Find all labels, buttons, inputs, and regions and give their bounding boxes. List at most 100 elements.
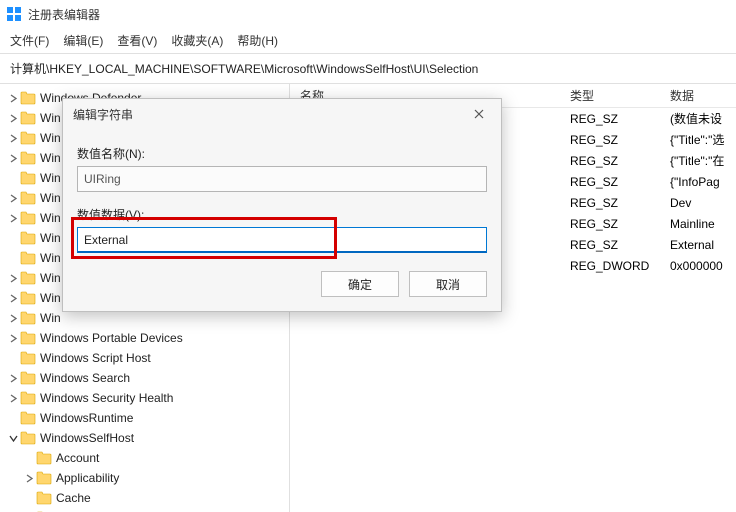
tree-item-label: Applicability [56,471,119,485]
chevron-right-icon[interactable] [6,154,20,163]
tree-item[interactable]: Applicability [0,468,289,488]
tree-item[interactable]: WindowsRuntime [0,408,289,428]
address-bar[interactable]: 计算机\HKEY_LOCAL_MACHINE\SOFTWARE\Microsof… [0,53,736,84]
chevron-right-icon[interactable] [6,374,20,383]
tree-item-label: Win [40,271,61,285]
cell-type: REG_SZ [570,154,670,168]
dialog-title-text: 编辑字符串 [73,106,133,123]
cell-data: (数值未设 [670,110,736,127]
folder-icon [20,191,36,205]
folder-icon [36,471,52,485]
tree-item-label: Win [40,171,61,185]
folder-icon [36,451,52,465]
tree-item-label: Windows Security Health [40,391,173,405]
regedit-app-icon [6,6,22,22]
close-icon[interactable] [467,102,491,126]
folder-icon [20,391,36,405]
col-header-data[interactable]: 数据 [670,87,736,104]
chevron-right-icon[interactable] [6,134,20,143]
chevron-right-icon[interactable] [6,274,20,283]
folder-icon [36,491,52,505]
tree-item-label: Account [56,451,99,465]
chevron-right-icon[interactable] [22,474,36,483]
cell-type: REG_SZ [570,133,670,147]
menu-bar: 文件(F) 编辑(E) 查看(V) 收藏夹(A) 帮助(H) [0,28,736,53]
tree-item-label: Windows Script Host [40,351,151,365]
folder-icon [20,151,36,165]
window-title: 注册表编辑器 [28,6,100,23]
tree-item[interactable]: Windows Portable Devices [0,328,289,348]
cell-type: REG_SZ [570,175,670,189]
tree-item-label: WindowsRuntime [40,411,133,425]
folder-icon [20,91,36,105]
tree-item-label: Win [40,211,61,225]
tree-item[interactable]: WindowsSelfHost [0,428,289,448]
cell-data: {"Title":"选 [670,131,736,148]
folder-icon [20,431,36,445]
chevron-right-icon[interactable] [6,214,20,223]
tree-item[interactable]: Windows Security Health [0,388,289,408]
tree-item-label: Windows Portable Devices [40,331,183,345]
dialog-titlebar[interactable]: 编辑字符串 [63,99,501,129]
tree-item-label: WindowsSelfHost [40,431,134,445]
folder-icon [20,291,36,305]
tree-item[interactable]: ClientState [0,508,289,512]
value-data-label: 数值数据(V): [77,206,487,223]
tree-item[interactable]: Cache [0,488,289,508]
tree-item-label: Cache [56,491,91,505]
cell-data: Mainline [670,217,736,231]
cell-data: Dev [670,196,736,210]
menu-file[interactable]: 文件(F) [10,32,49,49]
menu-edit[interactable]: 编辑(E) [63,32,103,49]
tree-item-label: Win [40,291,61,305]
folder-icon [20,411,36,425]
folder-icon [20,111,36,125]
chevron-right-icon[interactable] [6,394,20,403]
menu-view[interactable]: 查看(V) [117,32,157,49]
tree-item[interactable]: Windows Search [0,368,289,388]
chevron-right-icon[interactable] [6,334,20,343]
chevron-right-icon[interactable] [6,194,20,203]
menu-help[interactable]: 帮助(H) [237,32,278,49]
tree-item-label: Windows Search [40,371,130,385]
folder-icon [20,271,36,285]
cell-type: REG_SZ [570,238,670,252]
value-name-input[interactable] [77,166,487,192]
chevron-right-icon[interactable] [6,94,20,103]
folder-icon [20,171,36,185]
cell-type: REG_DWORD [570,259,670,273]
folder-icon [20,211,36,225]
cell-data: {"InfoPag [670,175,736,189]
chevron-right-icon[interactable] [6,294,20,303]
folder-icon [20,351,36,365]
chevron-right-icon[interactable] [6,314,20,323]
tree-item[interactable]: Windows Script Host [0,348,289,368]
cancel-button[interactable]: 取消 [409,271,487,297]
window-titlebar: 注册表编辑器 [0,0,736,28]
tree-item-label: Win [40,191,61,205]
chevron-down-icon[interactable] [6,434,20,443]
tree-item[interactable]: Account [0,448,289,468]
cell-data: {"Title":"在 [670,152,736,169]
tree-item-label: Win [40,151,61,165]
cell-type: REG_SZ [570,217,670,231]
folder-icon [20,311,36,325]
tree-item-label: Win [40,251,61,265]
folder-icon [20,231,36,245]
folder-icon [20,331,36,345]
col-header-type[interactable]: 类型 [570,87,670,104]
cell-type: REG_SZ [570,196,670,210]
folder-icon [20,131,36,145]
cell-data: External [670,238,736,252]
menu-favorites[interactable]: 收藏夹(A) [171,32,223,49]
ok-button[interactable]: 确定 [321,271,399,297]
tree-item-label: Win [40,131,61,145]
tree-item-label: Win [40,111,61,125]
tree-item-label: Win [40,311,61,325]
folder-icon [20,371,36,385]
tree-item-label: Win [40,231,61,245]
value-data-input[interactable] [77,227,487,253]
edit-string-dialog: 编辑字符串 数值名称(N): 数值数据(V): 确定 取消 [62,98,502,312]
folder-icon [20,251,36,265]
chevron-right-icon[interactable] [6,114,20,123]
